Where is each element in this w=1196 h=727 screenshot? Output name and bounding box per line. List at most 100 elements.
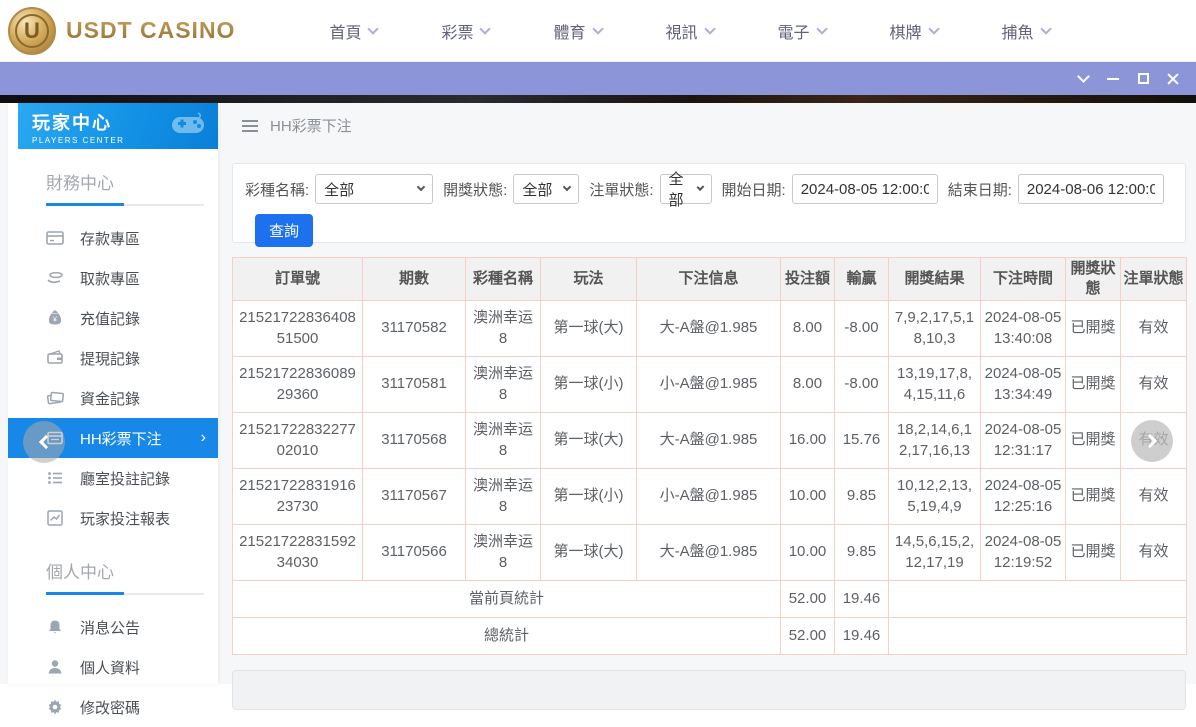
- table-cell: 小-A盤@1.985: [637, 357, 781, 413]
- chevron-down-icon: [1040, 23, 1051, 34]
- page-title: HH彩票下注: [270, 115, 352, 136]
- sidebar-item-label: 存款專區: [80, 228, 140, 249]
- chevron-right-icon: ›: [201, 429, 206, 447]
- table-cell: 已開獎: [1066, 357, 1121, 413]
- table-body: 215217228364085150031170582澳洲幸运8第一球(大)大-…: [233, 301, 1187, 655]
- table-cell: 2152172283191623730: [233, 469, 363, 525]
- nav-item-label: 體育: [553, 19, 585, 43]
- nav-item-5[interactable]: 棋牌: [890, 19, 938, 43]
- coin-logo-letter: U: [15, 14, 49, 48]
- pagination-panel: [232, 670, 1186, 710]
- sidebar-item-recharge-record[interactable]: ¥充值記錄: [8, 298, 218, 338]
- chevron-down-icon: [368, 23, 379, 34]
- table-cell: 第一球(大): [541, 525, 637, 581]
- window-maximize-button[interactable]: [1128, 67, 1158, 91]
- sidebar-item-label: 資金記錄: [80, 388, 140, 409]
- breadcrumb: HH彩票下注: [218, 103, 1196, 148]
- sidebar-collapse-button[interactable]: [23, 421, 65, 463]
- table-cell: 已開獎: [1066, 525, 1121, 581]
- table-cell: 有效: [1121, 469, 1187, 525]
- nav-item-3[interactable]: 視訊: [666, 19, 714, 43]
- search-button[interactable]: 查詢: [255, 214, 313, 247]
- chevron-down-icon: [563, 183, 571, 191]
- table-cell: 16.00: [781, 413, 835, 469]
- brand-logo[interactable]: U USDT CASINO: [8, 7, 235, 55]
- player-report-icon: [46, 509, 64, 527]
- sidebar-section-title: 個人中心: [46, 558, 218, 583]
- nav-item-0[interactable]: 首頁: [329, 19, 377, 43]
- table-cell: 大-A盤@1.985: [637, 301, 781, 357]
- main-nav: 首頁 彩票 體育 視訊 電子 棋牌 捕魚: [297, 19, 1081, 43]
- column-header: 玩法: [541, 258, 637, 301]
- sidebar-item-player-report[interactable]: 玩家投注報表: [8, 498, 218, 538]
- gamepad-icon: [168, 109, 208, 137]
- section-underline: [46, 593, 204, 595]
- table-cell: 2152172283640851500: [233, 301, 363, 357]
- sidebar-item-withdraw-record[interactable]: 提現記錄: [8, 338, 218, 378]
- window-close-button[interactable]: [1158, 67, 1188, 91]
- sidebar-item-label: 充值記錄: [80, 308, 140, 329]
- table-cell: 18,2,14,6,12,17,16,13: [889, 413, 981, 469]
- table-cell: 澳洲幸运8: [466, 525, 541, 581]
- end-date-input[interactable]: [1018, 174, 1164, 204]
- sidebar-item-funds-record[interactable]: 資金記錄: [8, 378, 218, 418]
- sidebar-item-label: 取款專區: [80, 268, 140, 289]
- sidebar-header: 玩家中心 PLAYERS CENTER: [18, 103, 218, 149]
- window-collapse-button[interactable]: [1068, 67, 1098, 91]
- sidebar-subtitle: PLAYERS CENTER: [32, 136, 218, 145]
- sidebar-item-room-bet-record[interactable]: 廳室投註記錄: [8, 458, 218, 498]
- nav-item-label: 彩票: [441, 19, 473, 43]
- decorative-divider: [0, 95, 1196, 103]
- table-cell: 已開獎: [1066, 413, 1121, 469]
- close-icon: [1167, 73, 1179, 85]
- window-minimize-button[interactable]: [1098, 67, 1128, 91]
- withdraw-record-icon: [46, 349, 64, 367]
- table-row: 215217228319162373031170567澳洲幸运8第一球(小)小-…: [233, 469, 1187, 525]
- nav-item-1[interactable]: 彩票: [441, 19, 489, 43]
- table-cell: 31170581: [363, 357, 466, 413]
- panel-expand-button[interactable]: [1131, 420, 1173, 462]
- nav-item-2[interactable]: 體育: [553, 19, 601, 43]
- end-date-label: 結束日期:: [948, 179, 1012, 200]
- table-cell: 31170568: [363, 413, 466, 469]
- column-header: 輸贏: [835, 258, 889, 301]
- table-cell: 13,19,17,8,4,15,11,6: [889, 357, 981, 413]
- table-cell: 2152172283608929360: [233, 357, 363, 413]
- nav-item-4[interactable]: 電子: [778, 19, 826, 43]
- table-cell: 2152172283227702010: [233, 413, 363, 469]
- sidebar-item-label: 個人資料: [80, 657, 140, 678]
- sidebar-item-announcement-bell[interactable]: 消息公告: [8, 607, 218, 647]
- draw-status-label: 開獎狀態:: [443, 179, 507, 200]
- summary-bet-total: 52.00: [781, 618, 835, 655]
- table-cell: 10,12,2,13,5,19,4,9: [889, 469, 981, 525]
- nav-item-6[interactable]: 捕魚: [1002, 19, 1050, 43]
- sidebar-item-password-gear[interactable]: 修改密碼: [8, 687, 218, 727]
- sidebar-item-label: 玩家投注報表: [80, 508, 170, 529]
- table-cell: 大-A盤@1.985: [637, 525, 781, 581]
- funds-record-icon: [46, 389, 64, 407]
- nav-item-label: 首頁: [329, 19, 361, 43]
- draw-status-select[interactable]: 全部: [513, 174, 579, 204]
- table-cell: 31170582: [363, 301, 466, 357]
- chevron-left-icon: [39, 435, 53, 449]
- table-cell: 2024-08-05 12:25:16: [981, 469, 1066, 525]
- sidebar-item-withdraw[interactable]: 取款專區: [8, 258, 218, 298]
- order-status-select[interactable]: 全部: [660, 174, 712, 204]
- start-date-input[interactable]: [792, 174, 938, 204]
- menu-hamburger-icon[interactable]: [242, 117, 258, 135]
- lottery-name-label: 彩種名稱:: [245, 179, 309, 200]
- column-header: 注單狀態: [1121, 258, 1187, 301]
- table-cell: 2024-08-05 13:40:08: [981, 301, 1066, 357]
- deposit-icon: [46, 229, 64, 247]
- summary-bet-total: 52.00: [781, 581, 835, 618]
- table-cell: 澳洲幸运8: [466, 301, 541, 357]
- sidebar-item-deposit[interactable]: 存款專區: [8, 218, 218, 258]
- lottery-name-select[interactable]: 全部: [315, 174, 433, 204]
- sidebar-item-label: 消息公告: [80, 617, 140, 638]
- column-header: 開獎狀態: [1066, 258, 1121, 301]
- withdraw-icon: [46, 269, 64, 287]
- table-cell: 8.00: [781, 357, 835, 413]
- sidebar-item-profile-person[interactable]: 個人資料: [8, 647, 218, 687]
- table-cell: 2024-08-05 13:34:49: [981, 357, 1066, 413]
- table-cell: 有效: [1121, 357, 1187, 413]
